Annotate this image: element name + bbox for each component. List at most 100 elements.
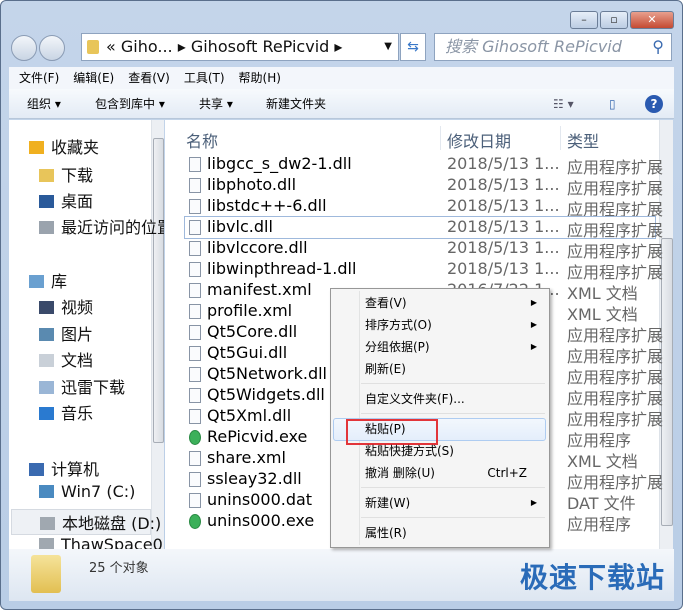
nav-item-label: 图片 [61, 325, 94, 344]
refresh-button[interactable]: ⇆ [400, 33, 426, 61]
nav-item-label: 本地磁盘 (D:) [62, 514, 162, 533]
view-options-icon[interactable]: ☷ ▾ [553, 89, 574, 119]
back-button[interactable] [11, 35, 37, 61]
menu-item-label: 粘贴(P) [365, 422, 406, 436]
dll-file-icon [189, 199, 201, 214]
menu-item-label: 撤消 删除(U) [365, 466, 435, 480]
menu-item[interactable]: 帮助(H) [239, 67, 281, 89]
music-icon [39, 407, 54, 420]
nav-item[interactable]: 下载 [39, 162, 93, 186]
file-name: RePicvid.exe [207, 427, 308, 446]
address-bar[interactable]: « Giho... ▸ Gihosoft RePicvid ▸ ▼ [81, 33, 399, 61]
menu-item[interactable]: 文件(F) [19, 67, 59, 89]
organize-button[interactable]: 组织 ▾ [27, 89, 61, 119]
xml-file-icon [189, 451, 201, 466]
nav-item[interactable]: ThawSpace0 [39, 535, 163, 549]
minimize-button[interactable]: – [570, 11, 598, 29]
dll-file-icon [189, 346, 201, 361]
nav-item[interactable]: 图片 [39, 321, 93, 345]
dll-file-icon [189, 388, 201, 403]
nav-scrollbar[interactable] [151, 120, 164, 549]
nav-item[interactable]: 库 [29, 268, 67, 292]
new-folder-button[interactable]: 新建文件夹 [266, 89, 326, 119]
share-button[interactable]: 共享 ▾ [199, 89, 233, 119]
nav-item[interactable]: 视频 [39, 294, 93, 318]
help-icon[interactable]: ? [645, 95, 663, 113]
context-menu-item[interactable]: 粘贴(P) [365, 418, 545, 440]
nav-item[interactable]: 迅雷下载 [39, 374, 125, 398]
context-menu-item[interactable]: 撤消 删除(U) Ctrl+Z [365, 462, 545, 484]
search-icon[interactable]: ⚲ [652, 34, 664, 60]
file-name: profile.xml [207, 301, 293, 320]
context-menu-item[interactable]: 排序方式(O) ▶ [365, 314, 545, 336]
menu-item-label: 分组依据(P) [365, 340, 430, 354]
context-menu-item[interactable]: 新建(W) ▶ [365, 492, 545, 514]
maximize-button[interactable]: ▫ [600, 11, 628, 29]
file-row[interactable]: libvlc.dll 2018/5/13 1... 应用程序扩展 [184, 216, 663, 240]
column-type[interactable]: 类型 [567, 128, 599, 152]
file-row[interactable]: libvlccore.dll 2018/5/13 1... 应用程序扩展 [185, 238, 663, 261]
nav-item[interactable]: Win7 (C:) [39, 482, 135, 501]
nav-item[interactable]: 桌面 [39, 188, 93, 212]
menu-shortcut: Ctrl+Z [487, 466, 527, 480]
menu-item[interactable]: 工具(T) [184, 67, 225, 89]
dll-file-icon [189, 220, 201, 235]
column-date[interactable]: 修改日期 [447, 128, 511, 152]
folder-icon [87, 40, 99, 54]
document-icon [39, 354, 54, 367]
menu-item[interactable]: 编辑(E) [73, 67, 114, 89]
column-name[interactable]: 名称 [186, 128, 218, 152]
nav-item[interactable]: 收藏夹 [29, 134, 99, 158]
file-name: libgcc_s_dw2-1.dll [207, 154, 352, 173]
preview-pane-icon[interactable]: ▯ [609, 89, 616, 119]
nav-item[interactable]: 计算机 [29, 456, 99, 480]
search-input[interactable]: 搜索 Gihosoft RePicvid ⚲ [434, 33, 672, 61]
nav-item[interactable]: 文档 [39, 347, 93, 371]
context-menu-item[interactable]: 刷新(E) [365, 358, 545, 380]
nav-scroll-thumb[interactable] [153, 138, 164, 443]
dll-file-icon [189, 241, 201, 256]
menu-item-label: 查看(V) [365, 296, 407, 310]
video-icon [39, 301, 54, 314]
forward-button[interactable] [39, 35, 65, 61]
submenu-arrow-icon: ▶ [530, 298, 537, 307]
file-name: libstdc++-6.dll [207, 196, 327, 215]
include-in-library-button[interactable]: 包含到库中 ▾ [95, 89, 165, 119]
context-menu-item[interactable]: 属性(R) [365, 522, 545, 544]
menu-item[interactable]: 查看(V) [128, 67, 170, 89]
context-menu-item[interactable]: 查看(V) ▶ [365, 292, 545, 314]
navigation-pane: 收藏夹下载桌面 最近访问的位置库视频图片文档迅雷下载音乐计算机 Win7 (C:) 本… [9, 120, 164, 549]
menu-item-label: 刷新(E) [365, 362, 406, 376]
file-name: libwinpthread-1.dll [207, 259, 357, 278]
file-name: unins000.dat [207, 490, 313, 509]
dll-file-icon [189, 325, 201, 340]
context-menu-item[interactable]: 自定义文件夹(F)... [365, 388, 545, 410]
drive-icon [40, 517, 55, 530]
nav-buttons [11, 35, 65, 61]
library-folder-icon [39, 381, 54, 394]
file-date: 2018/5/13 1... [447, 154, 560, 173]
breadcrumb[interactable]: « Giho... ▸ Gihosoft RePicvid ▸ [106, 37, 342, 56]
file-row[interactable]: libwinpthread-1.dll 2018/5/13 1... 应用程序扩展 [185, 259, 663, 282]
nav-item[interactable]: 最近访问的位置 [39, 214, 164, 238]
close-button[interactable]: ✕ [630, 11, 674, 29]
nav-item[interactable]: 音乐 [39, 400, 93, 424]
nav-item-label: 库 [51, 272, 68, 291]
file-row[interactable]: libstdc++-6.dll 2018/5/13 1... 应用程序扩展 [185, 196, 663, 219]
file-row[interactable]: libgcc_s_dw2-1.dll 2018/5/13 1... 应用程序扩展 [185, 154, 663, 177]
nav-item-label: 文档 [61, 351, 94, 370]
menu-bar: 文件(F) 编辑(E) 查看(V) 工具(T) 帮助(H) [9, 67, 674, 89]
menu-item-label: 排序方式(O) [365, 318, 432, 332]
chevron-down-icon[interactable]: ▼ [384, 34, 392, 60]
file-name: Qt5Core.dll [207, 322, 298, 341]
context-menu-item[interactable]: 粘贴快捷方式(S) [365, 440, 545, 462]
file-row[interactable]: libphoto.dll 2018/5/13 1... 应用程序扩展 [185, 175, 663, 198]
menu-separator [361, 517, 545, 518]
drive-icon [39, 538, 54, 549]
recent-icon [39, 221, 54, 234]
file-date: 2018/5/13 1... [447, 259, 560, 278]
context-menu-item[interactable]: 分组依据(P) ▶ [365, 336, 545, 358]
nav-item[interactable]: 本地磁盘 (D:) [11, 509, 161, 535]
nav-item-label: 下载 [61, 166, 94, 185]
nav-item-label: 迅雷下载 [61, 378, 126, 397]
